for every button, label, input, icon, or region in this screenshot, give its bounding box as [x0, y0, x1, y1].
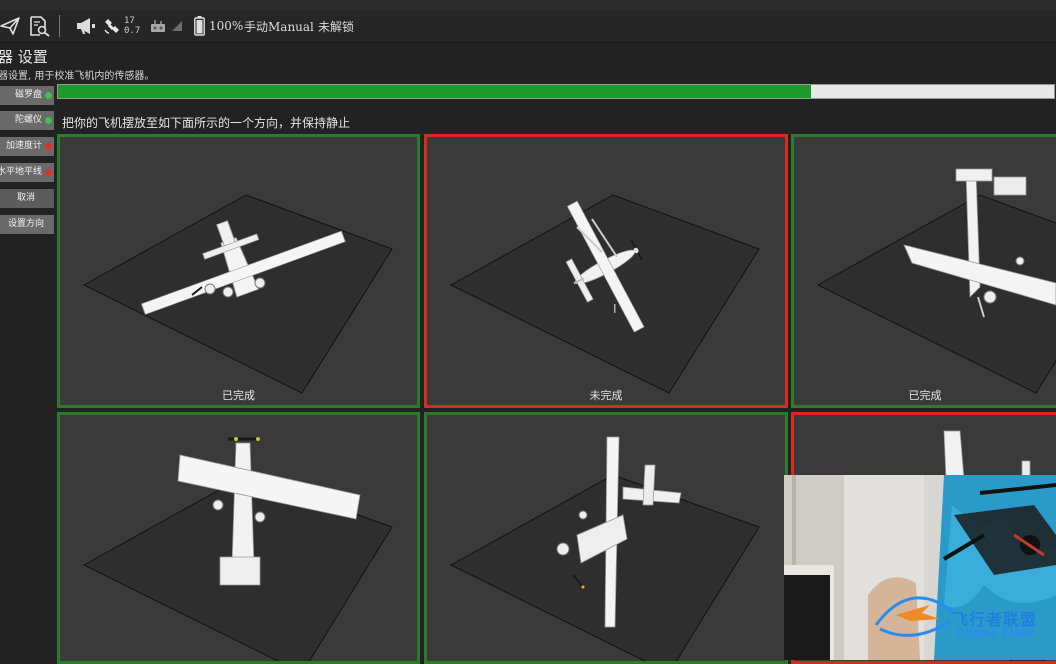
satellite-count: 17 — [124, 16, 135, 26]
hdop-value: 0.7 — [124, 26, 141, 36]
calibration-progress-bar — [57, 84, 1055, 99]
window-top-strip — [0, 0, 1056, 10]
calibration-instruction: 把你的飞机摆放至如下面所示的一个方向，并保持静止 — [62, 116, 351, 130]
plane-inverted-illustration: I — [449, 185, 760, 394]
satellite-icon[interactable] — [102, 10, 122, 42]
sidebar-item-gyroscope[interactable]: 陀螺仪 — [0, 111, 54, 130]
set-orientation-button[interactable]: 设置方向 — [0, 215, 54, 234]
arm-status[interactable]: 未解锁 — [318, 10, 354, 42]
toolbar-separator — [59, 15, 60, 37]
orientation-status: 已完成 — [222, 389, 255, 402]
orientation-card-2[interactable]: I 未完成 — [424, 134, 788, 408]
analyze-icon[interactable] — [29, 10, 51, 42]
signal-strength-icon — [171, 10, 183, 42]
orientation-card-5[interactable] — [424, 412, 788, 664]
flight-mode[interactable]: 手动Manual — [244, 10, 314, 42]
orientation-card-4[interactable] — [57, 412, 420, 664]
gps-readout: 17 0.7 — [124, 16, 140, 36]
watermark-english: China Flier — [955, 626, 1034, 641]
sidebar-item-level-horizon[interactable]: 水平地平线 — [0, 163, 54, 182]
orientation-card-3[interactable]: 已完成 — [791, 134, 1056, 408]
sidebar-item-label: 陀螺仪 — [14, 115, 42, 125]
status-indicator — [45, 92, 52, 99]
status-indicator — [45, 117, 52, 124]
plane-level-illustration — [82, 194, 393, 394]
status-indicator — [45, 169, 52, 176]
megaphone-icon[interactable] — [75, 10, 97, 42]
battery-icon[interactable] — [194, 10, 205, 42]
china-flier-logo — [874, 596, 953, 637]
plane-nose-down-illustration — [816, 168, 1056, 394]
cancel-button[interactable]: 取消 — [0, 189, 54, 208]
battery-percent: 100% — [209, 19, 244, 33]
sidebar-item-accelerometer[interactable]: 加速度计 — [0, 137, 54, 156]
plan-view-icon[interactable] — [0, 10, 20, 42]
orientation-status: 未完成 — [589, 389, 623, 402]
svg-text:I: I — [613, 302, 617, 316]
sidebar-item-label: 磁罗盘 — [14, 90, 42, 100]
sidebar-item-compass[interactable]: 磁罗盘 — [0, 86, 54, 105]
toolbar: 17 0.7 100% 手动Manual 未解锁 — [0, 10, 1056, 43]
sidebar-item-label: 加速度计 — [5, 141, 42, 151]
set-orientation-label: 设置方向 — [7, 219, 44, 229]
plane-tail-down-illustration — [82, 437, 393, 661]
sidebar-item-label: 水平地平线 — [0, 167, 42, 177]
status-indicator — [45, 143, 52, 150]
orientation-status: 已完成 — [908, 389, 942, 402]
plane-side-illustration — [449, 436, 760, 661]
progress-fill — [58, 85, 811, 98]
orientation-card-1[interactable]: 已完成 — [57, 134, 420, 408]
rc-transmitter-icon[interactable] — [150, 10, 166, 42]
page-title: 器 设置 — [0, 48, 48, 66]
cancel-button-label: 取消 — [16, 193, 35, 203]
page-subtitle: 器设置, 用于校准飞机内的传感器。 — [0, 71, 155, 82]
